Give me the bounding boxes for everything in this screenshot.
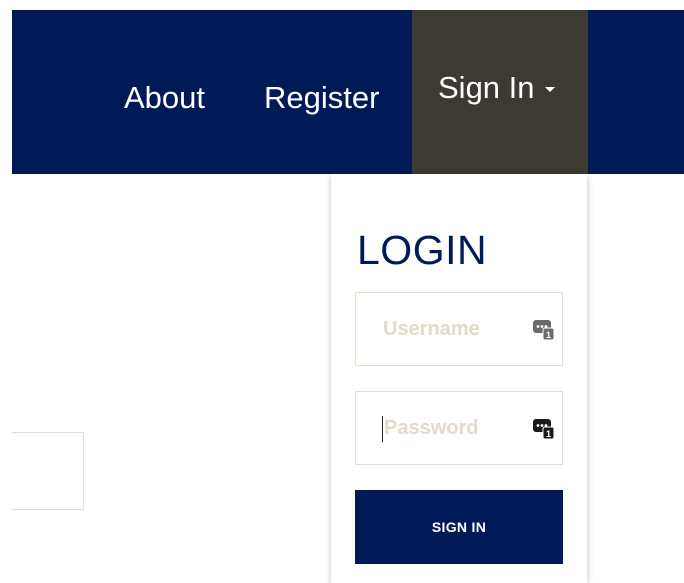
caret-down-icon [544,87,555,93]
password-manager-key-icon[interactable]: 1 [532,317,556,341]
navbar: About Register Sign In [12,10,684,174]
partial-input-field[interactable] [12,432,84,510]
nav-link-about[interactable]: About [124,80,205,116]
login-title: LOGIN [357,227,488,273]
nav-signin-dropdown-toggle[interactable]: Sign In [412,10,588,174]
nav-signin-label: Sign In [438,70,535,105]
sign-in-button[interactable]: SIGN IN [355,490,563,564]
password-field[interactable]: 1 [355,391,563,465]
svg-text:1: 1 [546,429,551,439]
nav-link-register[interactable]: Register [264,80,379,116]
username-field[interactable]: 1 [355,292,563,366]
top-strip [0,0,684,10]
password-manager-key-icon[interactable]: 1 [532,416,556,440]
nav-signin-label-wrap: Sign In [438,70,555,106]
text-cursor [382,416,383,442]
login-dropdown: LOGIN 1 1 SIGN IN [331,174,587,583]
svg-text:1: 1 [546,330,551,340]
page: About Register Sign In LOGIN 1 [0,0,684,583]
